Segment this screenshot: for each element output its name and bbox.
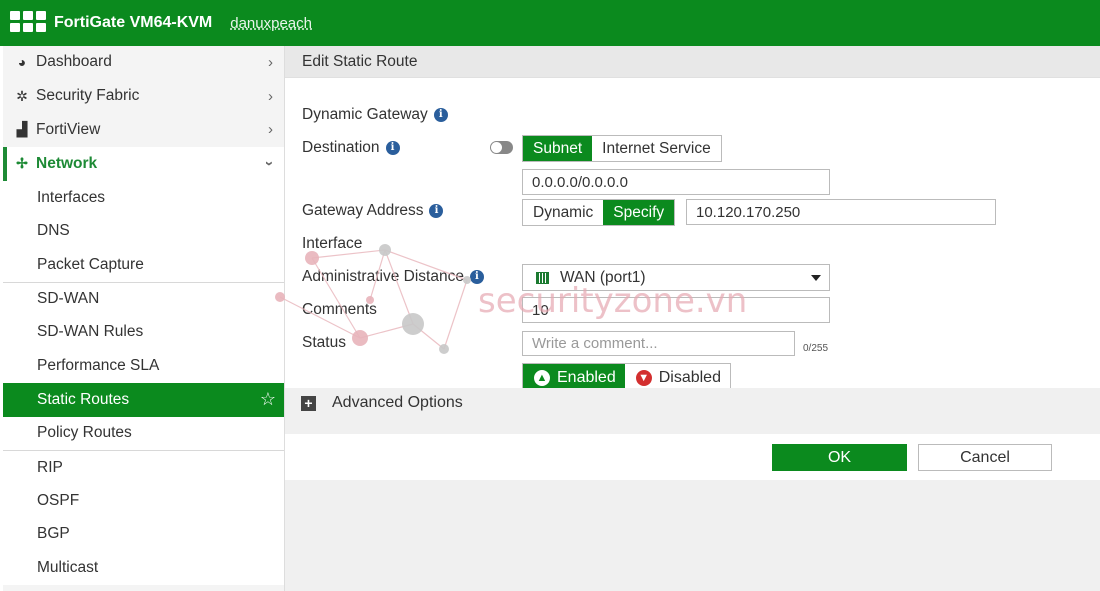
sidebar-item-label: Network <box>36 154 98 172</box>
gateway-type-selector: Dynamic Specify <box>522 199 676 226</box>
destination-label: Destination <box>302 139 380 156</box>
sidebar-item-rip[interactable]: RIP <box>3 450 284 484</box>
sidebar-item-bgp[interactable]: BGP <box>3 517 284 552</box>
sidebar-item-label: Security Fabric <box>36 87 140 105</box>
caret-down-icon <box>811 275 821 281</box>
sidebar-item-security-fabric[interactable]: ✲ Security Fabric › <box>3 80 284 114</box>
page-title: Edit Static Route <box>285 46 1100 78</box>
chevron-down-icon: › <box>261 161 278 167</box>
chevron-right-icon: › <box>268 87 273 105</box>
info-icon: i <box>429 204 444 218</box>
internet-service-option[interactable]: Internet Service <box>592 136 721 161</box>
fortiview-icon: ▟ <box>16 121 28 138</box>
arrow-up-circle-icon: ▲ <box>534 369 550 386</box>
sidebar-item-label: OSPF <box>37 491 80 509</box>
sidebar-item-label: RIP <box>37 458 63 476</box>
dynamic-gateway-label: Dynamic Gateway <box>302 106 428 123</box>
form-footer: OK Cancel <box>285 434 1100 480</box>
dashboard-icon: ◕ <box>17 54 27 71</box>
administrative-distance-input[interactable]: 10 <box>522 297 830 323</box>
sidebar-item-multicast[interactable]: Multicast <box>3 551 284 585</box>
advanced-options-toggle[interactable]: + Advanced Options <box>285 388 1100 418</box>
main-panel: Edit Static Route Dynamic Gateway i Dest… <box>285 46 1100 591</box>
sidebar-item-dns[interactable]: DNS <box>3 214 284 249</box>
status-enabled-button[interactable]: ▲ Enabled <box>523 364 625 391</box>
interface-row: Interface <box>302 235 362 253</box>
destination-input[interactable]: 0.0.0.0/0.0.0.0 <box>522 169 830 195</box>
subnet-option[interactable]: Subnet <box>523 136 593 161</box>
sidebar-item-sd-wan-rules[interactable]: SD-WAN Rules <box>3 315 284 350</box>
dynamic-gateway-toggle[interactable] <box>490 141 513 154</box>
gateway-address-label: Gateway Address <box>302 202 424 219</box>
sidebar-item-policy-routes[interactable]: Policy Routes <box>3 416 284 451</box>
comments-label: Comments <box>302 301 377 318</box>
sidebar-item-performance-sla[interactable]: Performance SLA <box>3 349 284 383</box>
interface-value: WAN (port1) <box>560 268 646 286</box>
sidebar-item-dashboard[interactable]: ◕ Dashboard › <box>3 46 284 80</box>
sidebar-item-label: Static Routes <box>37 390 130 408</box>
sidebar-item-label: SD-WAN Rules <box>37 323 144 341</box>
advanced-options-label: Advanced Options <box>332 394 463 411</box>
comments-row: Comments <box>302 301 377 319</box>
chevron-right-icon: › <box>268 121 273 139</box>
sidebar: ◕ Dashboard › ✲ Security Fabric › ▟ Fort… <box>3 46 285 591</box>
sidebar-item-network[interactable]: ✢ Network › <box>3 147 284 181</box>
destination-row: Destination i <box>302 139 400 157</box>
static-route-form: Dynamic Gateway i Destination i Subnet I… <box>285 78 1100 392</box>
sidebar-item-label: Multicast <box>37 559 99 577</box>
sidebar-item-sd-wan[interactable]: SD-WAN <box>3 281 284 316</box>
cancel-button[interactable]: Cancel <box>918 444 1052 471</box>
sidebar-item-interfaces[interactable]: Interfaces <box>3 180 284 215</box>
sidebar-item-label: DNS <box>37 222 70 240</box>
sidebar-item-static-routes[interactable]: Static Routes ☆ <box>3 382 284 417</box>
specify-option[interactable]: Specify <box>603 200 675 225</box>
sidebar-item-label: Policy Routes <box>37 424 132 442</box>
sidebar-item-ospf[interactable]: OSPF <box>3 483 284 518</box>
administrative-distance-row: Administrative Distance i <box>302 268 484 286</box>
hostname-link[interactable]: danuxpeach <box>230 15 312 32</box>
sidebar-item-label: FortiView <box>36 120 101 138</box>
info-icon: i <box>433 108 448 122</box>
fabric-icon: ✲ <box>16 87 28 104</box>
sidebar-item-label: Dashboard <box>36 53 112 71</box>
interface-label: Interface <box>302 235 363 252</box>
interface-select[interactable]: WAN (port1) <box>522 264 830 291</box>
comments-textarea[interactable]: Write a comment... <box>522 331 795 356</box>
top-bar: FortiGate VM64-KVM danuxpeach <box>0 0 1100 46</box>
sidebar-item-label: Interfaces <box>37 188 106 206</box>
port-icon <box>536 271 549 284</box>
administrative-distance-label: Administrative Distance <box>302 268 464 285</box>
network-icon: ✢ <box>16 155 28 172</box>
sidebar-item-label: BGP <box>37 525 70 543</box>
comments-counter: 0/255 <box>803 343 829 354</box>
arrow-down-circle-icon: ▼ <box>635 369 652 386</box>
sidebar-item-label: Packet Capture <box>37 255 144 273</box>
star-icon[interactable]: ☆ <box>260 389 276 410</box>
status-enabled-label: Enabled <box>557 368 616 386</box>
sidebar-item-packet-capture[interactable]: Packet Capture <box>3 248 284 282</box>
plus-square-icon: + <box>301 395 316 411</box>
sidebar-item-fortiview[interactable]: ▟ FortiView › <box>3 113 284 147</box>
chevron-right-icon: › <box>268 54 273 71</box>
app-title: FortiGate VM64-KVM <box>54 14 213 31</box>
gateway-address-input[interactable]: 10.120.170.250 <box>686 199 996 225</box>
status-row: Status <box>302 334 346 352</box>
sidebar-item-label: SD-WAN <box>37 290 100 308</box>
dynamic-option[interactable]: Dynamic <box>523 200 604 225</box>
status-label: Status <box>302 334 346 351</box>
info-icon: i <box>385 141 400 155</box>
ok-button[interactable]: OK <box>772 444 907 471</box>
destination-type-selector: Subnet Internet Service <box>522 135 722 162</box>
sidebar-item-label: Performance SLA <box>37 357 160 375</box>
dynamic-gateway-row: Dynamic Gateway i <box>302 106 448 124</box>
status-disabled-button[interactable]: ▼ Disabled <box>624 364 730 391</box>
status-disabled-label: Disabled <box>658 368 721 386</box>
fortinet-logo-icon <box>10 11 48 35</box>
info-icon: i <box>469 270 484 284</box>
gateway-address-row: Gateway Address i <box>302 202 444 220</box>
